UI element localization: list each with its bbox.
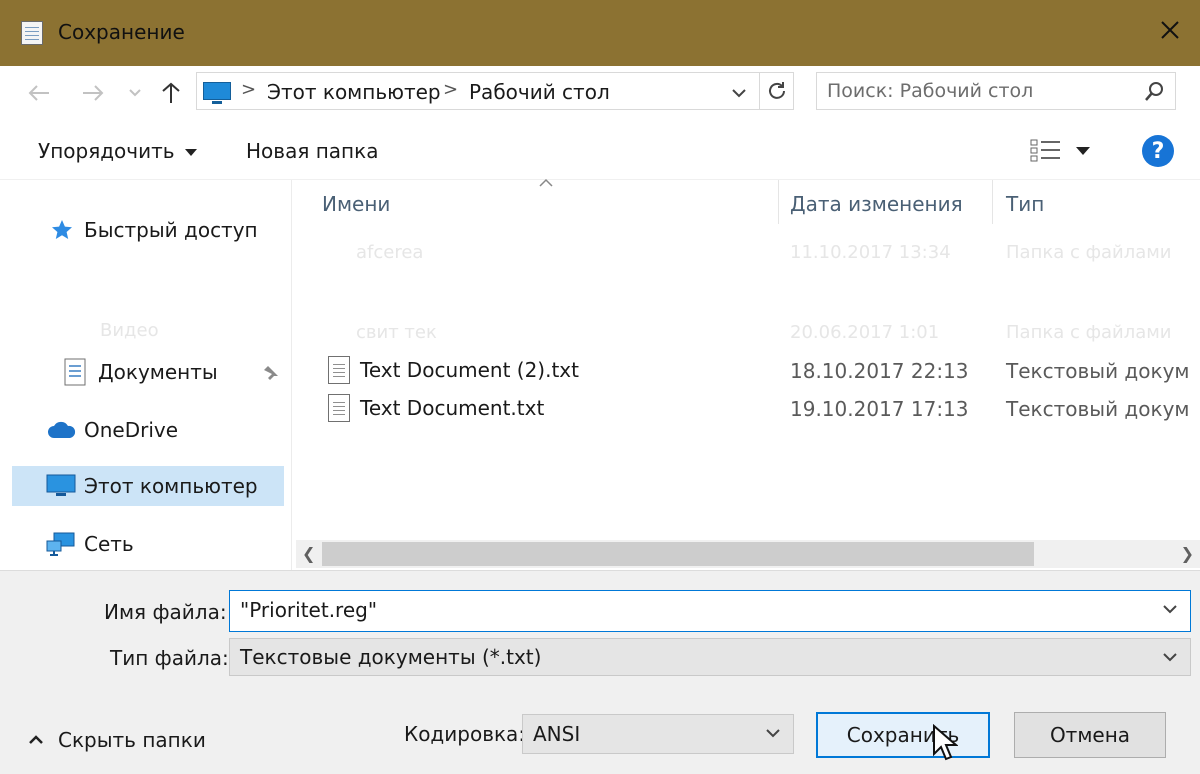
search-box[interactable] — [816, 72, 1176, 110]
filename-value[interactable]: "Prioritet.reg" — [240, 598, 377, 622]
column-divider[interactable] — [778, 180, 779, 224]
close-button[interactable] — [1154, 14, 1186, 46]
sidebar-item-label: Документы — [98, 360, 218, 384]
sidebar-item-network[interactable]: Сеть — [12, 524, 284, 564]
computer-icon — [46, 474, 76, 496]
file-type: Текстовый докум — [1006, 359, 1190, 383]
arrow-up-icon — [162, 82, 180, 103]
sidebar-item-faded: Видео — [100, 320, 159, 341]
text-file-icon — [328, 356, 350, 384]
chevron-down-icon[interactable] — [765, 728, 781, 738]
mouse-cursor-icon — [933, 724, 958, 761]
faded-folder-type: Папка с файлами — [1006, 242, 1172, 263]
filetype-label: Тип файла: — [110, 646, 229, 670]
faded-folder-name: afcerea — [356, 242, 424, 263]
star-icon — [52, 220, 72, 239]
faded-folder-name: свит тек — [356, 322, 437, 343]
sidebar-item-quick-access[interactable]: Быстрый доступ — [12, 210, 284, 250]
hide-folders-button[interactable]: Скрыть папки — [28, 728, 206, 752]
address-bar[interactable]: > Этот компьютер > Рабочий стол — [196, 72, 760, 110]
sidebar-item-onedrive[interactable]: OneDrive — [12, 410, 284, 450]
scrollbar-thumb[interactable] — [322, 542, 1034, 566]
chevron-down-icon — [129, 89, 141, 97]
faded-folder-type: Папка с файлами — [1006, 322, 1172, 343]
title-bar: Сохранение — [0, 0, 1200, 66]
chevron-down-icon[interactable] — [1162, 652, 1178, 662]
pin-icon[interactable] — [262, 364, 280, 382]
recent-locations-button[interactable] — [120, 78, 150, 108]
refresh-button[interactable] — [760, 72, 794, 110]
view-details-icon[interactable] — [1030, 138, 1062, 164]
save-button[interactable]: Сохранить — [816, 712, 990, 758]
close-icon — [1161, 21, 1179, 39]
search-icon[interactable] — [1143, 81, 1165, 103]
scroll-left-icon[interactable]: ❮ — [302, 544, 315, 563]
sidebar-item-label: Быстрый доступ — [84, 218, 258, 242]
cancel-button[interactable]: Отмена — [1014, 712, 1166, 758]
notepad-icon — [21, 21, 43, 45]
filename-label: Имя файла: — [104, 600, 227, 624]
document-icon — [64, 358, 86, 386]
organize-button[interactable]: Упорядочить — [38, 139, 197, 163]
command-bar: Упорядочить Новая папка — [0, 122, 1200, 180]
horizontal-scrollbar[interactable]: ❮ ❯ — [296, 540, 1200, 568]
computer-icon — [203, 82, 231, 104]
new-folder-button[interactable]: Новая папка — [246, 139, 378, 163]
column-header-name[interactable]: Имени — [322, 192, 390, 216]
chevron-down-icon[interactable] — [731, 88, 747, 98]
search-input[interactable] — [827, 77, 1127, 105]
scroll-right-icon[interactable]: ❯ — [1181, 544, 1194, 563]
file-date: 18.10.2017 22:13 — [790, 359, 969, 383]
breadcrumb-desktop[interactable]: Рабочий стол — [469, 80, 610, 104]
faded-folder-date: 11.10.2017 13:34 — [790, 242, 951, 263]
sidebar-item-label: OneDrive — [84, 418, 179, 442]
filetype-value: Текстовые документы (*.txt) — [240, 645, 542, 669]
hide-folders-label: Скрыть папки — [58, 728, 206, 752]
breadcrumb-this-pc[interactable]: Этот компьютер — [267, 80, 441, 104]
column-header-type[interactable]: Тип — [1006, 192, 1044, 216]
column-header-date[interactable]: Дата изменения — [790, 192, 963, 216]
sort-ascending-icon — [539, 178, 553, 187]
file-date: 19.10.2017 17:13 — [790, 397, 969, 421]
sidebar-item-label: Сеть — [84, 532, 134, 556]
breadcrumb-separator: > — [443, 79, 459, 100]
network-icon — [46, 532, 75, 556]
sidebar-item-documents[interactable]: Документы — [12, 352, 284, 392]
arrow-left-icon — [28, 85, 49, 101]
chevron-down-icon[interactable] — [1162, 604, 1178, 614]
organize-label: Упорядочить — [38, 139, 175, 163]
view-options-caret-icon[interactable] — [1076, 147, 1090, 155]
sidebar-item-label: Этот компьютер — [84, 474, 258, 498]
breadcrumb-separator: > — [241, 79, 257, 100]
forward-button[interactable] — [78, 78, 108, 108]
encoding-label: Кодировка: — [404, 722, 526, 746]
up-button[interactable] — [156, 78, 186, 108]
file-name: Text Document (2).txt — [360, 358, 579, 382]
filetype-select[interactable]: Текстовые документы (*.txt) — [229, 638, 1191, 676]
file-name: Text Document.txt — [360, 396, 545, 420]
help-button[interactable]: ? — [1142, 135, 1174, 167]
sidebar-item-this-pc[interactable]: Этот компьютер — [12, 466, 284, 506]
cloud-icon — [48, 421, 76, 438]
text-file-icon — [328, 394, 350, 422]
filename-field[interactable]: "Prioritet.reg" — [229, 590, 1191, 632]
encoding-select[interactable]: ANSI — [522, 714, 794, 754]
faded-folder-date: 20.06.2017 1:01 — [790, 322, 940, 343]
chevron-up-icon — [29, 735, 43, 744]
encoding-value: ANSI — [533, 722, 581, 746]
caret-down-icon — [184, 149, 197, 156]
column-divider[interactable] — [992, 180, 993, 224]
back-button[interactable] — [24, 78, 54, 108]
file-type: Текстовый докум — [1006, 397, 1190, 421]
window-title: Сохранение — [58, 20, 185, 44]
arrow-right-icon — [83, 85, 104, 101]
refresh-icon — [768, 82, 785, 99]
